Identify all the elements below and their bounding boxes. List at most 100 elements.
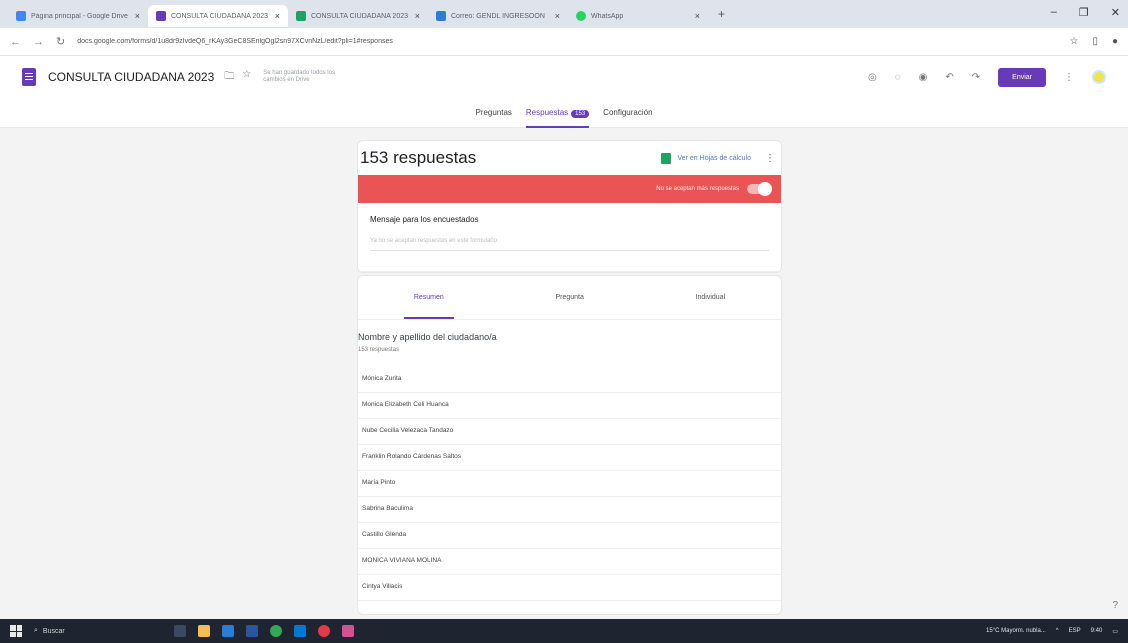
preview-icon[interactable]: ◉ (919, 72, 928, 83)
redo-icon[interactable]: ↷ (972, 72, 980, 83)
responses-count: 153 respuestas (360, 148, 477, 167)
close-icon[interactable]: × (275, 11, 280, 21)
undo-icon[interactable]: ↶ (945, 72, 953, 83)
clock[interactable]: 9:40 (1091, 628, 1103, 634)
response-view-tabs: Resumen Pregunta Individual (358, 276, 781, 320)
taskview-icon[interactable] (174, 625, 186, 637)
question-title: Nombre y apellido del ciudadano/a (358, 332, 497, 342)
tab-title: WhatsApp (591, 12, 624, 20)
url-field[interactable]: docs.google.com/forms/d/1u8dr9zIvdeQ6_rK… (77, 38, 1057, 45)
respondent-message-label: Mensaje para los encuestados (370, 215, 479, 224)
chrome-icon[interactable] (270, 625, 282, 637)
address-bar: ← → ↻ docs.google.com/forms/d/1u8dr9zIvd… (0, 28, 1128, 56)
tab-title: CONSULTA CIUDADANA 2023 (311, 12, 408, 20)
browser-tab-whatsapp[interactable]: WhatsApp × (568, 5, 708, 27)
send-button[interactable]: Enviar (998, 67, 1046, 87)
taskbar-apps (174, 625, 354, 637)
forms-icon (156, 11, 166, 21)
browser-tab-strip: Página principal - Google Drive × CONSUL… (0, 0, 1128, 28)
tab-summary[interactable]: Resumen (403, 288, 454, 319)
view-in-sheets-link[interactable]: Ver en Hojas de cálculo (661, 152, 751, 164)
form-title[interactable]: CONSULTA CIUDADANA 2023 (48, 70, 214, 84)
summary-card: Resumen Pregunta Individual Nombre y ape… (357, 275, 782, 615)
forms-logo-icon[interactable] (22, 68, 36, 86)
taskbar-search-label: Buscar (42, 627, 65, 635)
star-icon[interactable]: ☆ (1069, 36, 1078, 47)
more-icon[interactable]: ⋮ (1064, 72, 1074, 83)
minimize-icon[interactable]: – (1051, 6, 1057, 19)
mail-icon[interactable] (294, 625, 306, 637)
window-controls: – ❐ ✕ (1051, 6, 1120, 19)
browser-tab-form[interactable]: CONSULTA CIUDADANA 2023 × (148, 5, 288, 27)
star-icon[interactable]: ☆ (242, 69, 251, 86)
tab-responses[interactable]: Respuestas 153 (525, 102, 590, 128)
view-in-sheets-label: Ver en Hojas de cálculo (677, 154, 751, 162)
whatsapp-icon (576, 11, 586, 21)
avatar[interactable] (1092, 70, 1106, 84)
tab-individual[interactable]: Individual (686, 288, 736, 307)
search-icon: ⌕ (34, 627, 38, 634)
word-icon[interactable] (246, 625, 258, 637)
opera-icon[interactable] (318, 625, 330, 637)
form-tabs: Preguntas Respuestas 153 Configuración (0, 98, 1128, 128)
list-item: Nube Cecilia Velezaca Tandazo (358, 419, 781, 445)
back-icon[interactable]: ← (10, 36, 21, 48)
windows-start-icon[interactable] (10, 625, 22, 637)
folder-icon[interactable]: 🗀 (224, 69, 234, 86)
mail-icon (436, 11, 446, 21)
drive-icon (16, 11, 26, 21)
more-options-icon[interactable]: ⋮ (765, 153, 775, 164)
taskbar: ⌕ Buscar 15°C Mayorm. nubla... ^ ESP 9:4… (0, 619, 1128, 643)
respondent-message-input[interactable]: Ya no se aceptan respuestas en este form… (370, 238, 769, 251)
close-icon[interactable]: × (415, 11, 420, 21)
store-icon[interactable] (222, 625, 234, 637)
weather-label[interactable]: 15°C Mayorm. nubla... (986, 628, 1046, 634)
list-item: MONICA VIVIANA MOLINA (358, 549, 781, 575)
answer-list: Mónica Zurita Monica Elizabeth Celi Huan… (358, 367, 781, 601)
list-item: Franklin Rolando Cárdenas Saltos (358, 445, 781, 471)
tab-responses-label: Respuestas (525, 107, 569, 117)
profile-icon[interactable]: ● (1112, 36, 1118, 47)
browser-tab-mail[interactable]: Correo: GENDL INGRESOON × (428, 5, 568, 27)
list-item: María Pinto (358, 471, 781, 497)
list-item: Castillo Glenda (358, 523, 781, 549)
accepting-responses-toggle[interactable] (747, 182, 772, 196)
tab-title: Correo: GENDL INGRESOON (451, 12, 545, 20)
close-icon[interactable]: × (695, 11, 700, 21)
explorer-icon[interactable] (198, 625, 210, 637)
list-item: Mónica Zurita (358, 367, 781, 393)
system-tray: 15°C Mayorm. nubla... ^ ESP 9:40 ▭ (986, 628, 1118, 635)
browser-tab-sheet[interactable]: CONSULTA CIUDADANA 2023 × (288, 5, 428, 27)
tab-questions[interactable]: Preguntas (475, 102, 511, 123)
list-item: Monica Elizabeth Celi Huanca (358, 393, 781, 419)
customize-theme-icon[interactable]: ◌ (895, 72, 901, 83)
reload-icon[interactable]: ↻ (56, 35, 65, 48)
responses-badge: 153 (571, 109, 590, 118)
tab-title: CONSULTA CIUDADANA 2023 (171, 12, 268, 20)
new-tab-icon[interactable]: + (708, 7, 735, 21)
browser-tab-drive[interactable]: Página principal - Google Drive × (8, 5, 148, 27)
chevron-up-icon[interactable]: ^ (1056, 628, 1059, 634)
photos-icon[interactable] (342, 625, 354, 637)
language-indicator[interactable]: ESP (1069, 628, 1081, 634)
accepting-responses-bar: No se aceptan más respuestas (358, 175, 781, 203)
palette-icon[interactable]: ◎ (868, 72, 877, 83)
sheets-icon (296, 11, 306, 21)
tab-settings[interactable]: Configuración (603, 102, 652, 123)
tab-question[interactable]: Pregunta (545, 288, 593, 307)
list-item: Sabrina Baculima (358, 497, 781, 523)
question-summary: Nombre y apellido del ciudadano/a 153 re… (358, 332, 781, 601)
help-icon[interactable]: ? (1112, 600, 1118, 611)
notifications-icon[interactable]: ▭ (1112, 628, 1118, 635)
question-response-count: 153 respuestas (358, 347, 400, 353)
maximize-icon[interactable]: ❐ (1079, 6, 1089, 19)
close-icon[interactable]: × (555, 11, 560, 21)
sidepanel-icon[interactable]: ▯ (1092, 36, 1098, 47)
taskbar-search[interactable]: ⌕ Buscar (34, 627, 144, 635)
close-icon[interactable]: × (135, 11, 140, 21)
close-window-icon[interactable]: ✕ (1111, 6, 1120, 19)
forward-icon[interactable]: → (33, 36, 44, 48)
forms-header: CONSULTA CIUDADANA 2023 🗀 ☆ Se han guard… (0, 56, 1128, 98)
tab-title: Página principal - Google Drive (31, 12, 128, 20)
accepting-responses-label: No se aceptan más respuestas (656, 186, 739, 192)
